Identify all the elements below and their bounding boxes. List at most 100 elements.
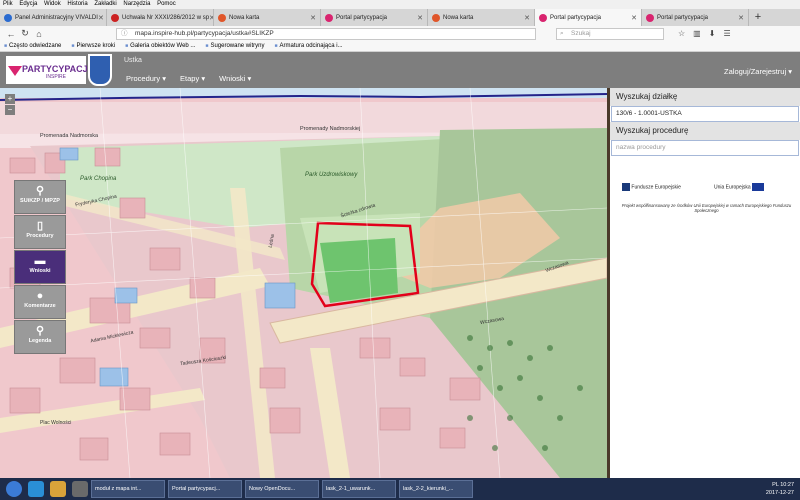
menu-view[interactable]: Widok — [44, 1, 61, 7]
search-procedure-title: Wyszukaj procedurę — [610, 122, 800, 140]
map-label-street: Plac Wolności — [40, 420, 72, 426]
app-menu: Procedury ▾ Etapy ▾ Wnioski ▾ — [126, 74, 251, 83]
taskbar-item[interactable]: Portal partycypacj... — [168, 480, 242, 498]
zoom-in-button[interactable]: + — [5, 94, 15, 104]
menu-etapy[interactable]: Etapy ▾ — [180, 74, 205, 83]
menu-edit[interactable]: Edycja — [19, 1, 37, 7]
search-placeholder: Szukaj — [571, 29, 591, 37]
library-icon[interactable]: ▥ — [693, 29, 701, 38]
menu-history[interactable]: Historia — [67, 1, 87, 7]
system-tray[interactable]: PL 10:27 2017-12-27 — [766, 481, 800, 497]
map-svg — [0, 88, 607, 478]
url-bar[interactable]: ⓘ mapa.inspire-hub.pl/partycypacja/ustka#… — [116, 27, 536, 40]
taskbar-item[interactable]: lask_2-2_kierunki_... — [399, 480, 473, 498]
search-icon: ⌕ — [560, 29, 564, 37]
taskbar-item[interactable]: Nowy OpenDocu... — [245, 480, 319, 498]
explorer-icon[interactable] — [50, 481, 66, 497]
windows-taskbar: moduł z mapa int... Portal partycypacj..… — [0, 478, 800, 500]
tab-title: Nowa karta — [443, 14, 474, 21]
menu-tools[interactable]: Narzędzia — [123, 1, 150, 7]
browser-tab[interactable]: Panel Administracyjny VIVALDI ✕ — [0, 9, 107, 26]
map-label-park: Park Uzdrowiskowy — [305, 172, 358, 178]
star-icon[interactable]: ☆ — [678, 29, 685, 38]
language-indicator[interactable]: PL — [772, 482, 779, 488]
menu-procedury[interactable]: Procedury ▾ — [126, 74, 166, 83]
close-icon[interactable]: ✕ — [631, 14, 637, 22]
menu-help[interactable]: Pomoc — [157, 1, 176, 7]
chat-icon: ● — [36, 290, 44, 302]
browser-tab[interactable]: Nowa karta ✕ — [214, 9, 321, 26]
browser-tab[interactable]: Nowa karta ✕ — [428, 9, 535, 26]
tool-legenda[interactable]: ⚲ Legenda — [14, 320, 66, 354]
logo-sub: INSPIRE — [46, 74, 67, 80]
browser-tab[interactable]: Uchwała Nr XXXI/286/2012 w sp✕ — [107, 9, 214, 26]
close-icon[interactable]: ✕ — [738, 14, 744, 22]
tab-favicon-icon — [4, 13, 12, 22]
start-button-icon[interactable] — [6, 481, 22, 497]
tool-procedury[interactable]: ▯ Procedury — [14, 215, 66, 249]
back-icon[interactable]: ← — [4, 29, 18, 39]
logo-name: PARTYCYPACJA — [22, 64, 95, 74]
tab-title: Portal partycypacja — [550, 14, 602, 21]
briefcase-icon: ▬ — [34, 255, 46, 267]
tab-favicon-icon — [218, 13, 226, 22]
tab-title: Nowa karta — [229, 14, 260, 21]
app-header: PARTYCYPACJA INSPIRE Ustka Procedury ▾ E… — [0, 52, 800, 88]
tool-komentarze[interactable]: ● Komentarze — [14, 285, 66, 319]
partycypacja-logo[interactable]: PARTYCYPACJA INSPIRE — [6, 56, 94, 84]
eu-funding-logos: Fundusze Europejskie Unia Europejska Pro… — [614, 183, 799, 213]
taskbar-item[interactable]: lask_2-1_uwarunk... — [322, 480, 396, 498]
close-icon[interactable]: ✕ — [524, 14, 530, 22]
eu-funds-logo: Fundusze Europejskie — [622, 183, 682, 191]
zoom-out-button[interactable]: − — [5, 105, 15, 115]
ie-icon[interactable] — [28, 481, 44, 497]
bookmark-item[interactable]: Galeria obiektów Web ... — [125, 41, 195, 51]
tab-favicon-icon — [111, 13, 119, 22]
menu-bookmarks[interactable]: Zakładki — [94, 1, 116, 7]
map-canvas[interactable]: Promenada Nadmorska Promenady Nadmorskie… — [0, 88, 607, 478]
browser-tab-active[interactable]: Portal partycypacja ✕ — [535, 9, 642, 26]
login-link[interactable]: Zaloguj/Zarejestruj ▾ — [724, 67, 792, 76]
bookmark-item[interactable]: Sugerowane witryny — [205, 41, 264, 51]
map-label-street: Promenada Nadmorska — [40, 133, 99, 139]
zoom-controls: + − — [5, 94, 15, 116]
reload-icon[interactable]: ↻ — [18, 28, 32, 39]
download-icon[interactable]: ⬇ — [709, 29, 716, 38]
bookmark-item[interactable]: Armatura odcinająca i... — [274, 41, 343, 51]
menu-file[interactable]: Plik — [3, 1, 13, 7]
eu-union-logo: Unia Europejska — [714, 183, 794, 191]
hamburger-menu-icon[interactable]: ☰ — [723, 29, 730, 38]
tool-label: Komentarze — [24, 303, 56, 309]
tool-label: Legenda — [28, 338, 52, 344]
close-icon[interactable]: ✕ — [310, 14, 316, 22]
browser-tab[interactable]: Portal partycypacja ✕ — [321, 9, 428, 26]
logo-triangle-icon — [8, 66, 22, 76]
map-label-park: Park Chopina — [80, 176, 117, 182]
new-tab-button[interactable]: + — [749, 9, 767, 26]
bookmarks-bar: Często odwiedzane Pierwsze kroki Galeria… — [0, 41, 800, 52]
map-pin-icon: ⚲ — [35, 325, 45, 337]
browser-tab[interactable]: Portal partycypacja ✕ — [642, 9, 749, 26]
browser-tabbar: Panel Administracyjny VIVALDI ✕ Uchwała N… — [0, 9, 800, 26]
url-text: mapa.inspire-hub.pl/partycypacja/ustka#S… — [135, 29, 274, 37]
menu-wnioski[interactable]: Wnioski ▾ — [219, 74, 251, 83]
tool-wnioski[interactable]: ▬ Wnioski — [14, 250, 66, 284]
media-icon[interactable] — [72, 481, 88, 497]
browser-menubar: Plik Edycja Widok Historia Zakładki Narz… — [0, 0, 800, 9]
search-input[interactable]: ⌕ Szukaj — [556, 27, 664, 40]
tool-label: Wnioski — [29, 268, 51, 274]
tab-title: Portal partycypacja — [336, 14, 388, 21]
taskbar-item[interactable]: moduł z mapa int... — [91, 480, 165, 498]
bookmark-item[interactable]: Często odwiedzane — [4, 41, 61, 51]
parcel-search-input[interactable]: 130/6 - 1.0001-USTKA — [611, 106, 799, 122]
tool-label: Procedury — [26, 233, 54, 239]
clock-time: 10:27 — [780, 482, 794, 488]
info-icon[interactable]: ⓘ — [121, 29, 128, 39]
procedure-search-input[interactable]: nazwa procedury — [611, 140, 799, 156]
close-icon[interactable]: ✕ — [98, 14, 104, 22]
bookmark-item[interactable]: Pierwsze kroki — [71, 41, 115, 51]
search-parcel-title: Wyszukaj działkę — [610, 88, 800, 106]
home-icon[interactable]: ⌂ — [32, 29, 46, 39]
close-icon[interactable]: ✕ — [417, 14, 423, 22]
tool-suikzp-mpzp[interactable]: ⚲ SUiKZP / MPZP — [14, 180, 66, 214]
